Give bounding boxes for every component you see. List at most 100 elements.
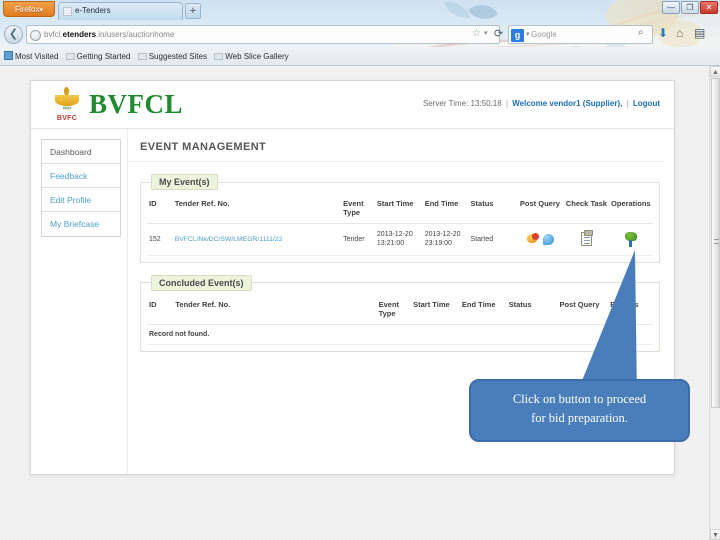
downloads-icon[interactable]: ⬇: [658, 26, 668, 40]
sidebar-item-edit-profile[interactable]: Edit Profile: [42, 188, 120, 212]
restore-icon[interactable]: ❐: [681, 1, 699, 14]
search-input[interactable]: g ▾ Google: [508, 25, 653, 44]
bookmarks-toolbar: Most Visited Getting Started Suggested S…: [0, 47, 720, 66]
bvfcl-emblem-icon: ब्रह्मपुत्र: [53, 87, 81, 111]
bookmark-suggested-sites[interactable]: Suggested Sites: [137, 52, 207, 61]
start-date: 2013-12-20: [376, 231, 413, 238]
page-actions-icon[interactable]: ▤: [694, 26, 705, 40]
cell-status: Started: [468, 223, 518, 256]
column-event-type: Event Type: [376, 294, 412, 325]
cell-check-task: [563, 223, 609, 256]
column-end-time: End Time: [459, 294, 507, 325]
table-header-row: ID Tender Ref. No. Event Type Start Time…: [147, 194, 653, 224]
search-icon[interactable]: ⌕: [638, 27, 644, 38]
title-divider: [128, 161, 664, 162]
column-start-time: Start Time: [411, 294, 460, 325]
vertical-scrollbar[interactable]: ▲ ▼: [709, 66, 720, 540]
separator: |: [626, 99, 629, 108]
chat-bubble-icon[interactable]: [543, 233, 555, 245]
folder-icon: [65, 53, 75, 60]
google-icon[interactable]: g: [511, 29, 524, 42]
tender-ref-link[interactable]: BVFCL/Nk/DC/SW/LMEGR/1111/22: [175, 236, 283, 243]
column-id: ID: [147, 194, 173, 224]
concluded-events-table: ID Tender Ref. No. Event Type Start Time…: [147, 294, 653, 345]
concluded-events-legend: Concluded Event(s): [151, 274, 252, 291]
site-container: ब्रह्मपुत्र BVFC BVFCL Server Time: 13:5…: [30, 80, 675, 475]
table-row-empty: Record not found.: [147, 324, 653, 345]
back-button-icon[interactable]: ❮: [4, 25, 23, 44]
sidebar-item-dashboard[interactable]: Dashboard: [42, 140, 120, 164]
new-tab-button[interactable]: +: [185, 3, 201, 19]
browser-tab[interactable]: e-Tenders: [58, 2, 183, 20]
page-viewport: ▲ ▼ ब्रह्मपुत्र BVFC BVFCL Server Time: …: [0, 66, 720, 540]
header-session-info: Server Time: 13:50:18 | Welcome vendor1 …: [423, 99, 660, 108]
clipboard-icon[interactable]: [580, 230, 593, 247]
end-date: 2013-12-20: [424, 231, 461, 238]
browser-chrome: Firefox▾ e-Tenders + — ❐ ✕ ❮ bvfcl.etend…: [0, 0, 720, 66]
query-balloon-icon[interactable]: [527, 233, 540, 245]
bookmark-star-icon[interactable]: ☆: [472, 28, 481, 39]
sidebar-item-my-briefcase[interactable]: My Briefcase: [42, 212, 120, 236]
column-check-task: Check Task: [563, 194, 609, 224]
main-content: EVENT MANAGEMENT My Event(s) ID Tender R…: [127, 129, 674, 474]
bvfcl-logo[interactable]: ब्रह्मपुत्र BVFC: [49, 87, 87, 123]
my-events-table: ID Tender Ref. No. Event Type Start Time…: [147, 194, 653, 256]
column-id: ID: [147, 294, 174, 325]
address-bar[interactable]: bvfcl.etenders.in/users/auctionhome: [26, 25, 500, 44]
column-post-query: Post Query: [557, 294, 609, 325]
concluded-events-panel: Concluded Event(s) ID Tender Ref. No. Ev…: [140, 274, 660, 352]
page-title: EVENT MANAGEMENT: [140, 141, 267, 153]
emblem-hindi-text: ब्रह्मपुत्र: [62, 106, 72, 110]
table-row: 152 BVFCL/Nk/DC/SW/LMEGR/1111/22 Tender …: [147, 223, 653, 256]
reload-icon[interactable]: ⟳: [494, 27, 503, 40]
chevron-down-icon: ▾: [39, 7, 43, 14]
scroll-up-icon[interactable]: ▲: [710, 66, 720, 77]
cell-start-time: 2013-12-20 13:21:00: [374, 223, 423, 256]
logout-link[interactable]: Logout: [633, 99, 660, 108]
page-favicon: [63, 7, 72, 16]
bookmark-label: Suggested Sites: [148, 52, 207, 61]
globe-icon: [30, 30, 41, 41]
column-post-query: Post Query: [517, 194, 564, 224]
server-time-label: Server Time:: [422, 99, 469, 108]
my-events-legend: My Event(s): [151, 174, 218, 190]
sidebar-menu: Dashboard Feedback Edit Profile My Brief…: [41, 139, 121, 237]
close-icon[interactable]: ✕: [700, 1, 718, 14]
cell-tender-ref: BVFCL/Nk/DC/SW/LMEGR/1111/22: [172, 223, 342, 256]
navigation-toolbar: ❮ bvfcl.etenders.in/users/auctionhome ☆ …: [0, 22, 720, 46]
scroll-down-icon[interactable]: ▼: [710, 529, 720, 540]
chevron-down-icon[interactable]: ▾: [484, 29, 488, 37]
search-placeholder-text: Google: [531, 30, 557, 39]
scrollbar-thumb[interactable]: [711, 78, 720, 408]
welcome-user-link[interactable]: Welcome vendor1 (Supplier),: [512, 99, 622, 108]
sidebar-item-feedback[interactable]: Feedback: [42, 164, 120, 188]
cell-id: 152: [147, 223, 173, 256]
table-header-row: ID Tender Ref. No. Event Type Start Time…: [147, 294, 653, 325]
column-status: Status: [506, 294, 558, 325]
column-end-time: End Time: [422, 194, 469, 224]
bookmark-most-visited[interactable]: Most Visited: [4, 51, 58, 61]
my-events-panel: My Event(s) ID Tender Ref. No. Event Typ…: [140, 174, 660, 263]
column-reports: Reports: [608, 294, 653, 325]
end-clock: 23:19:00: [424, 240, 452, 248]
bookmark-getting-started[interactable]: Getting Started: [65, 52, 130, 61]
column-tender-ref: Tender Ref. No.: [173, 294, 377, 325]
bid-preparation-icon[interactable]: [624, 231, 638, 247]
most-visited-icon: [4, 51, 13, 60]
empty-message: Record not found.: [147, 324, 653, 345]
site-header: ब्रह्मपुत्र BVFC BVFCL Server Time: 13:5…: [31, 81, 674, 129]
server-time-value: 13:50:18: [470, 99, 502, 108]
bookmark-label: Web Slice Gallery: [225, 52, 289, 61]
bookmark-web-slice-gallery[interactable]: Web Slice Gallery: [214, 52, 289, 61]
url-domain: etenders: [62, 30, 97, 39]
chevron-down-icon[interactable]: ▾: [526, 26, 530, 44]
url-suffix: .in/users/auctionhome: [96, 30, 175, 39]
minimize-icon[interactable]: —: [662, 1, 680, 14]
bookmark-label: Most Visited: [15, 52, 59, 61]
brand-title: BVFCL: [89, 89, 184, 119]
cell-end-time: 2013-12-20 23:19:00: [422, 223, 469, 256]
folder-icon: [137, 53, 147, 60]
home-icon[interactable]: ⌂: [676, 26, 683, 40]
site-body: Dashboard Feedback Edit Profile My Brief…: [31, 129, 674, 474]
firefox-app-button[interactable]: Firefox▾: [3, 1, 55, 17]
